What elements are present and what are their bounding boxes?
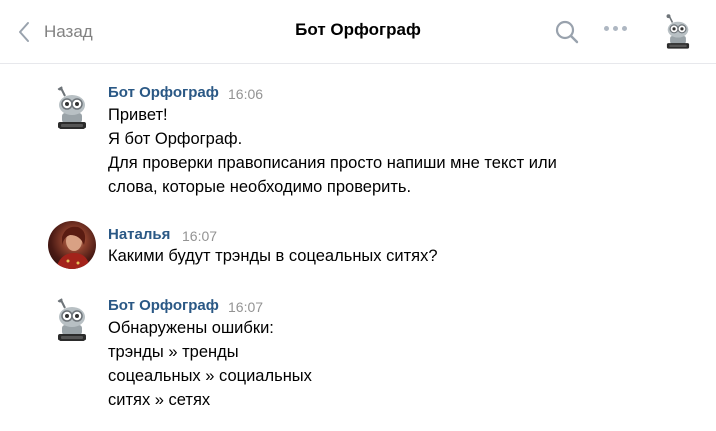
message-text: Какими будут трэнды в соцеальных ситях?	[108, 244, 668, 268]
message-time: 16:07	[182, 228, 218, 244]
message-line: Я бот Орфограф.	[108, 130, 243, 148]
message-time: 16:06	[228, 86, 264, 102]
robot-icon	[57, 297, 86, 341]
robot-icon	[666, 14, 690, 49]
message-line: слова, которые необходимо проверить.	[108, 178, 412, 196]
chat-header: Назад Бот Орфограф	[0, 0, 716, 64]
message-text: Обнаружены ошибки: трэнды » тренды соцеа…	[108, 316, 668, 412]
message-line: Для проверки правописания просто напиши …	[108, 154, 557, 172]
user-photo-avatar[interactable]	[48, 221, 96, 269]
message-author[interactable]: Бот Орфограф	[108, 297, 219, 314]
robot-icon	[57, 85, 86, 129]
more-button[interactable]	[604, 26, 627, 31]
message-time: 16:07	[228, 299, 264, 315]
message-author[interactable]: Наталья	[108, 226, 170, 243]
message-line: Какими будут трэнды в соцеальных ситях?	[108, 247, 438, 265]
back-button[interactable]: Назад	[18, 18, 93, 46]
message-author[interactable]: Бот Орфограф	[108, 84, 219, 101]
person-photo-icon	[56, 226, 90, 269]
message-text: Привет! Я бот Орфограф. Для проверки пра…	[108, 103, 668, 199]
back-label: Назад	[44, 22, 93, 41]
search-icon	[555, 20, 579, 44]
robot-avatar[interactable]	[48, 296, 96, 344]
more-dots-icon	[604, 26, 609, 31]
robot-avatar[interactable]	[48, 84, 96, 132]
message-line: соцеальных » социальных	[108, 367, 312, 385]
message-line: ситях » сетях	[108, 391, 211, 409]
message-line: Обнаружены ошибки:	[108, 319, 274, 337]
message-line: трэнды » тренды	[108, 343, 239, 361]
message-line: Привет!	[108, 106, 168, 124]
chevron-left-icon	[19, 22, 29, 42]
search-button[interactable]	[554, 19, 580, 50]
header-robot-avatar[interactable]	[659, 13, 697, 51]
